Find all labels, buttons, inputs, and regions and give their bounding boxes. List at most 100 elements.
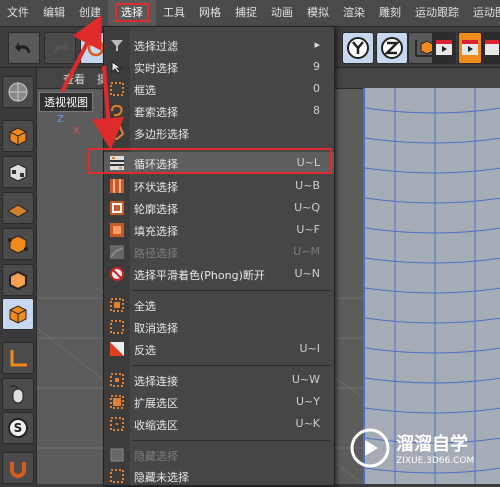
menu-item-outline-selection[interactable]: 轮廓选择 U~Q [104,197,334,219]
menu-item-label: 实时选择 [134,62,178,75]
polygons-mode-button[interactable] [2,298,34,330]
menu-item-shortcut: U~N [294,267,321,280]
y-axis-lock-button[interactable] [342,32,374,64]
deselect-icon [110,320,124,334]
menu-item-label: 收缩选区 [134,419,178,432]
menu-item-label: 多边形选择 [134,128,189,141]
menu-item-select-connected[interactable]: 选择连接 U~W [104,369,334,391]
menu-item-selection-filter[interactable]: 选择过滤 ▸ [104,34,334,56]
select-all-icon [110,298,124,312]
axis-mode-button[interactable] [2,342,34,374]
menu-item-shortcut: U~K [295,417,320,430]
rect-select-icon [110,82,124,96]
menu-item-shortcut: 8 [313,104,320,117]
lasso-select-icon [111,104,123,117]
menu-item-phong-break-selection[interactable]: 选择平滑着色(Phong)断开 U~N [104,263,334,285]
menu-item-lasso-selection[interactable]: 套索选择 8 [104,100,334,122]
undo-icon [15,42,30,53]
menu-select-label: 选择 [115,3,149,22]
snap-s-icon: S [8,418,28,438]
menu-create[interactable]: 创建 [72,0,108,26]
make-editable-button[interactable] [2,76,34,108]
menu-separator [132,365,330,366]
grid-plane-icon [7,204,29,218]
redo-button[interactable] [44,32,76,64]
menu-animate[interactable]: 动画 [264,0,300,26]
clapper-region-icon [462,40,478,55]
menu-item-label: 全选 [134,300,156,313]
menu-item-shortcut: 9 [313,60,320,73]
points-cube-icon [8,235,28,254]
menu-item-select-all[interactable]: 全选 [104,294,334,316]
menu-item-live-selection[interactable]: 实时选择 9 [104,56,334,78]
menu-item-invert-selection[interactable]: 反选 U~I [104,338,334,360]
fill-select-icon [110,223,124,237]
render-region-button[interactable] [458,32,482,64]
grow-selection-icon [110,395,124,409]
menu-separator [132,290,330,291]
menu-item-grow-selection[interactable]: 扩展选区 U~Y [104,391,334,413]
edges-mode-button[interactable] [2,264,34,296]
hide-unselected-icon [110,469,124,483]
tweak-mode-button[interactable] [2,378,34,410]
texture-mode-button[interactable] [2,156,34,188]
menu-item-shortcut: U~M [293,245,320,258]
magnet-button[interactable] [2,452,34,484]
undo-button[interactable] [8,32,40,64]
menu-mograph[interactable]: 运动图形 [466,0,500,26]
live-select-icon [111,61,123,74]
watermark-url: ZIXUE.3D66.COM [396,456,475,466]
menu-file[interactable]: 文件 [0,0,36,26]
menu-edit[interactable]: 编辑 [36,0,72,26]
menu-motion-tracker[interactable]: 运动跟踪 [408,0,466,26]
model-mode-button[interactable] [2,120,34,152]
ring-select-icon [110,179,124,193]
render-view-button[interactable] [432,32,456,64]
menu-item-rectangle-selection[interactable]: 框选 0 [104,78,334,100]
snapping-button[interactable]: S [2,412,34,444]
z-axis-lock-button[interactable] [376,32,408,64]
model-cube-icon [9,127,27,146]
menu-item-deselect-all[interactable]: 取消选择 [104,316,334,338]
menu-tools[interactable]: 工具 [156,0,192,26]
axis-icon [10,350,27,367]
menu-item-label: 环状选择 [134,181,178,194]
mouse-icon [9,385,24,404]
menu-select[interactable]: 选择 [108,0,156,26]
menu-render[interactable]: 渲染 [336,0,372,26]
menu-item-shortcut: U~F [296,223,320,236]
menu-item-label: 轮廓选择 [134,203,178,216]
menu-item-label: 选择连接 [134,375,178,388]
menu-item-ring-selection[interactable]: 环状选择 U~B [104,175,334,197]
edges-cube-icon [9,270,27,291]
menu-item-fill-selection[interactable]: 填充选择 U~F [104,219,334,241]
menu-item-hide-selected[interactable]: 隐藏选择 [104,444,334,466]
select-connected-icon [110,373,124,387]
phong-break-icon [110,267,124,281]
workplane-button[interactable] [2,192,34,224]
loop-select-highlight-box [88,148,332,174]
menu-item-label: 路径选择 [134,247,178,260]
watermark-title: 溜溜自学 [396,434,468,455]
menu-snap[interactable]: 捕捉 [228,0,264,26]
menu-item-shortcut: 0 [313,82,320,95]
svg-text:S: S [14,421,23,435]
magnet-icon [10,462,26,478]
menu-mesh[interactable]: 网格 [192,0,228,26]
points-mode-button[interactable] [2,228,34,260]
sphere-icon [8,82,28,102]
menu-item-shortcut: U~I [299,342,320,355]
checker-cube-icon [9,163,27,182]
menu-item-path-selection[interactable]: 路径选择 U~M [104,241,334,263]
menu-item-shrink-selection[interactable]: 收缩选区 U~K [104,413,334,435]
menu-item-polygon-selection[interactable]: 多边形选择 [104,122,334,144]
render-settings-button[interactable] [482,32,500,64]
clapper-settings-icon [485,40,499,55]
menu-item-label: 填充选择 [134,225,178,238]
menu-sculpt[interactable]: 雕刻 [372,0,408,26]
outline-select-icon [110,201,124,215]
submenu-arrow: ▸ [314,38,320,51]
hide-selected-icon [110,448,124,462]
axis-x-label: X [73,126,80,137]
menu-simulate[interactable]: 模拟 [300,0,336,26]
